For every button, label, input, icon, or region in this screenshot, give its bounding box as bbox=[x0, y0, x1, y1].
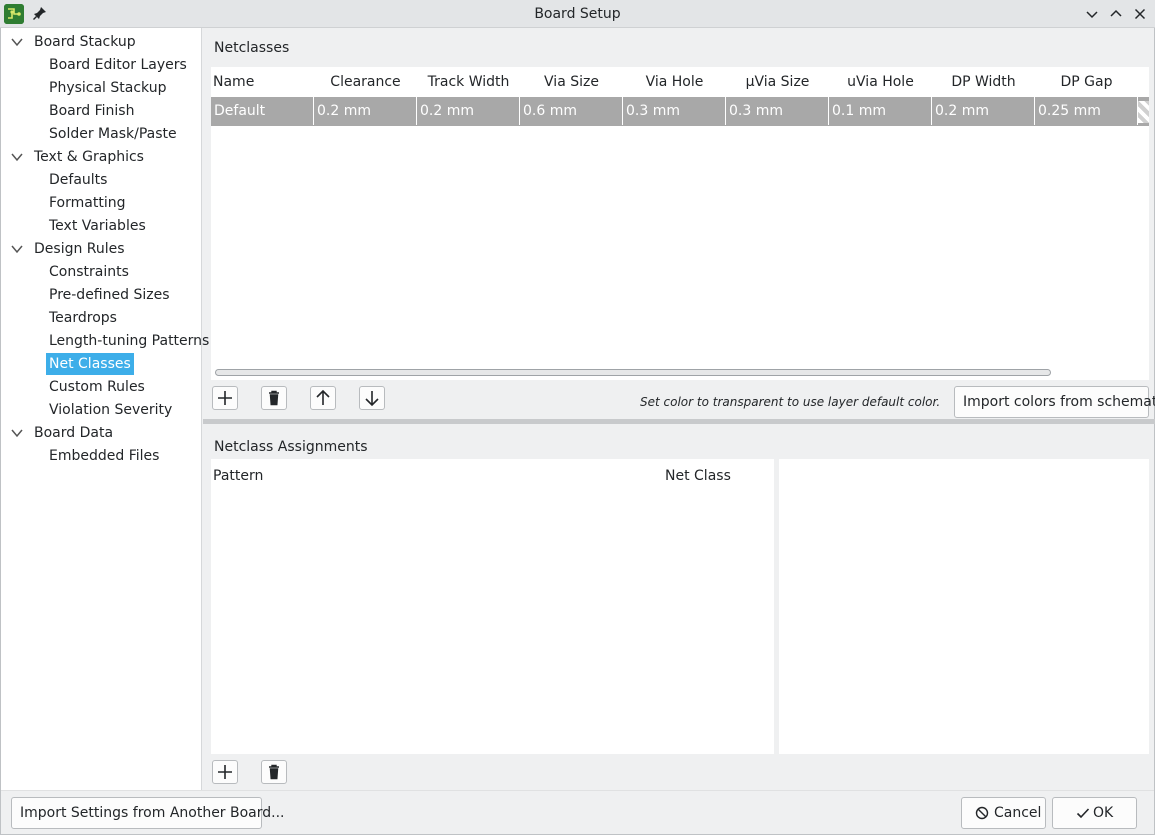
column-header-track-width[interactable]: Track Width bbox=[417, 67, 520, 97]
column-header-via-hole[interactable]: Via Hole bbox=[623, 67, 726, 97]
table-cell[interactable]: 0.25 mm bbox=[1035, 97, 1138, 125]
move-up-button[interactable] bbox=[310, 386, 336, 410]
color-hint-text: Set color to transparent to use layer de… bbox=[640, 395, 941, 409]
tree-item-length-tuning-patterns[interactable]: Length-tuning Patterns bbox=[46, 330, 212, 352]
trash-icon bbox=[269, 390, 279, 406]
column-header-pattern[interactable]: Pattern bbox=[213, 461, 413, 491]
net-list-panel bbox=[779, 459, 1149, 754]
import-settings-button[interactable]: Import Settings from Another Board... bbox=[11, 797, 285, 829]
tree-item-custom-rules[interactable]: Custom Rules bbox=[46, 376, 148, 398]
checkmark-icon bbox=[1076, 808, 1090, 819]
column-header-clearance[interactable]: Clearance bbox=[314, 67, 417, 97]
table-row[interactable]: Default 0.2 mm 0.2 mm 0.6 mm 0.3 mm 0.3 … bbox=[211, 97, 1149, 126]
table-cell[interactable]: 0.3 mm bbox=[623, 97, 726, 125]
tree-item-physical-stackup[interactable]: Physical Stackup bbox=[46, 77, 170, 99]
chevron-down-icon[interactable] bbox=[10, 426, 24, 440]
cancel-button[interactable]: Cancel bbox=[961, 797, 1046, 829]
table-cell[interactable]: 0.2 mm bbox=[314, 97, 417, 125]
plus-icon bbox=[218, 391, 232, 405]
table-cell[interactable]: 0.2 mm bbox=[417, 97, 520, 125]
table-cell[interactable]: 0.1 mm bbox=[829, 97, 932, 125]
table-cell[interactable]: 0.3 mm bbox=[726, 97, 829, 125]
tree-item-board-editor-layers[interactable]: Board Editor Layers bbox=[46, 54, 190, 76]
tree-item-teardrops[interactable]: Teardrops bbox=[46, 307, 120, 329]
delete-netclass-button[interactable] bbox=[261, 386, 287, 410]
close-icon[interactable] bbox=[1131, 5, 1149, 23]
column-header-uvia-hole[interactable]: uVia Hole bbox=[829, 67, 932, 97]
move-down-button[interactable] bbox=[359, 386, 385, 410]
cancel-icon bbox=[975, 806, 989, 820]
tree-item-constraints[interactable]: Constraints bbox=[46, 261, 132, 283]
table-cell[interactable]: 0.6 mm bbox=[520, 97, 623, 125]
chevron-down-icon[interactable] bbox=[10, 35, 24, 49]
tree-item-defaults[interactable]: Defaults bbox=[46, 169, 110, 191]
table-cell[interactable]: Default bbox=[211, 97, 314, 125]
chevron-down-icon[interactable] bbox=[10, 242, 24, 256]
tree-item-embedded-files[interactable]: Embedded Files bbox=[46, 445, 162, 467]
netclasses-grid: Name Clearance Track Width Via Size Via … bbox=[211, 67, 1149, 380]
tree-item-violation-severity[interactable]: Violation Severity bbox=[46, 399, 175, 421]
plus-icon bbox=[218, 765, 232, 779]
ok-label: OK bbox=[1093, 805, 1114, 821]
cancel-label: Cancel bbox=[994, 805, 1042, 821]
title-bar: Board Setup bbox=[0, 0, 1155, 28]
trash-icon bbox=[269, 764, 279, 780]
tree-item-solder-mask-paste[interactable]: Solder Mask/Paste bbox=[46, 123, 180, 145]
tree-group-design-rules[interactable]: Design Rules bbox=[31, 238, 128, 260]
tree-group-board-stackup[interactable]: Board Stackup bbox=[31, 31, 139, 53]
tree-item-net-classes[interactable]: Net Classes bbox=[46, 353, 134, 375]
tree-item-board-finish[interactable]: Board Finish bbox=[46, 100, 137, 122]
tree-item-text-variables[interactable]: Text Variables bbox=[46, 215, 149, 237]
import-colors-button[interactable]: Import colors from schematic bbox=[954, 386, 1155, 418]
arrow-up-icon bbox=[316, 389, 330, 405]
add-assignment-button[interactable] bbox=[212, 760, 238, 784]
column-header-net-class[interactable]: Net Class bbox=[665, 461, 765, 491]
add-netclass-button[interactable] bbox=[212, 386, 238, 410]
chevron-down-icon[interactable] bbox=[1083, 5, 1101, 23]
chevron-down-icon[interactable] bbox=[10, 150, 24, 164]
column-header-name[interactable]: Name bbox=[213, 67, 313, 97]
color-swatch[interactable] bbox=[1138, 101, 1149, 123]
delete-assignment-button[interactable] bbox=[261, 760, 287, 784]
horizontal-scrollbar[interactable] bbox=[215, 369, 1051, 376]
assignments-grid: Pattern Net Class bbox=[211, 459, 774, 754]
table-cell[interactable]: 0.2 mm bbox=[932, 97, 1035, 125]
netclasses-label: Netclasses bbox=[214, 40, 290, 56]
column-header-uvia-size[interactable]: μVia Size bbox=[726, 67, 829, 97]
window-title: Board Setup bbox=[534, 6, 621, 22]
column-header-via-size[interactable]: Via Size bbox=[520, 67, 623, 97]
ok-button[interactable]: OK bbox=[1052, 797, 1137, 829]
column-header-dp-width[interactable]: DP Width bbox=[932, 67, 1035, 97]
chevron-up-icon[interactable] bbox=[1107, 5, 1125, 23]
splitter-handle[interactable] bbox=[203, 419, 1155, 424]
settings-tree: Board Stackup Board Editor Layers Physic… bbox=[1, 28, 209, 790]
column-header-dp-gap[interactable]: DP Gap bbox=[1035, 67, 1138, 97]
assignments-label: Netclass Assignments bbox=[214, 439, 368, 455]
tree-group-board-data[interactable]: Board Data bbox=[31, 422, 116, 444]
tree-group-text-graphics[interactable]: Text & Graphics bbox=[31, 146, 147, 168]
arrow-down-icon bbox=[365, 391, 379, 407]
tree-item-predefined-sizes[interactable]: Pre-defined Sizes bbox=[46, 284, 172, 306]
tree-item-formatting[interactable]: Formatting bbox=[46, 192, 128, 214]
